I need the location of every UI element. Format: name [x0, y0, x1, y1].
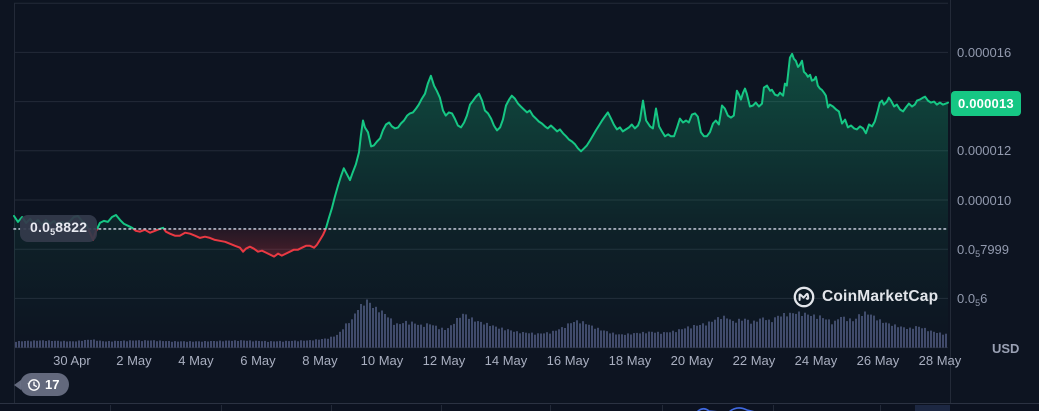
table-column-divider — [880, 405, 881, 411]
watermark-brand-text: CoinMarketCap — [822, 288, 939, 305]
price-chart-canvas[interactable] — [0, 0, 1039, 411]
pill-tail — [14, 380, 21, 390]
x-axis-label: 24 May — [794, 353, 838, 368]
history-clock-icon — [27, 378, 40, 391]
table-column-divider — [662, 405, 663, 411]
x-axis-label: 14 May — [484, 353, 528, 368]
y-axis-label: 0.000016 — [957, 44, 1012, 60]
y-axis-label: 0.000010 — [957, 192, 1012, 208]
table-column-divider — [773, 405, 774, 411]
x-axis-label: 2 May — [116, 353, 152, 368]
table-column-divider — [441, 405, 442, 411]
table-column-divider — [221, 405, 222, 411]
x-axis-label: 20 May — [670, 353, 714, 368]
x-axis-label: 22 May — [732, 353, 776, 368]
mini-sparkline — [696, 407, 755, 411]
y-axis-label: 0.000012 — [957, 143, 1012, 159]
current-price-badge: 0.000013 — [951, 90, 1021, 116]
price-chart-widget: 0.000016 0.000012 0.000010 0.057999 0.056 30… — [0, 0, 1039, 411]
table-column-divider — [331, 405, 332, 411]
table-column-divider — [110, 405, 111, 411]
x-axis-label: 10 May — [360, 353, 404, 368]
x-axis-label: 4 May — [178, 353, 214, 368]
table-cell-highlight[interactable] — [915, 405, 950, 411]
prev-close-decimals: 8822 — [55, 219, 88, 235]
x-axis-label: 12 May — [422, 353, 466, 368]
y-axis-label: 0.056 — [957, 290, 988, 308]
x-axis-label: 30 Apr — [53, 353, 91, 368]
x-axis-label: 26 May — [856, 353, 900, 368]
previous-close-badge: 0.058822 — [20, 215, 98, 242]
x-axis-label: 6 May — [240, 353, 276, 368]
x-axis-label: 28 May — [918, 353, 962, 368]
table-column-divider — [550, 405, 551, 411]
coinmarketcap-watermark: CoinMarketCap — [793, 286, 938, 308]
coinmarketcap-logo-icon — [793, 286, 815, 308]
recently-viewed-pill[interactable]: 17 — [14, 373, 70, 396]
history-count: 17 — [45, 377, 60, 392]
x-axis-label: 18 May — [608, 353, 652, 368]
x-axis-label: 16 May — [546, 353, 590, 368]
table-row-top-edge[interactable] — [0, 403, 1039, 411]
x-axis-label: 8 May — [302, 353, 338, 368]
prev-close-value: 0.0 — [30, 219, 51, 235]
y-axis-label: 0.057999 — [957, 241, 1010, 259]
currency-unit-label: USD — [992, 341, 1020, 356]
